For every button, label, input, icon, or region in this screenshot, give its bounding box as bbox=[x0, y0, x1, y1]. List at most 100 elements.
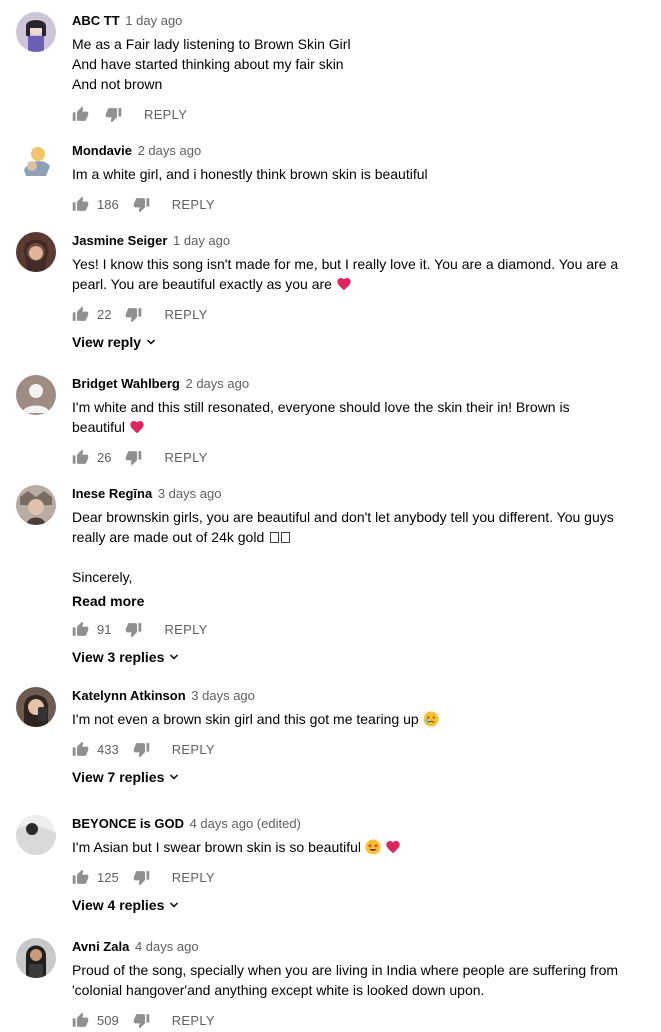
comment-line: Proud of the song, specially when you ar… bbox=[72, 962, 619, 978]
comment-text: I'm Asian but I swear brown skin is so b… bbox=[72, 837, 621, 857]
comment-line: Yes! I know this song isn't made for me,… bbox=[72, 256, 619, 272]
comment-time[interactable]: 3 days ago bbox=[191, 688, 255, 703]
heart-icon bbox=[129, 419, 145, 435]
like-icon[interactable] bbox=[72, 1012, 89, 1029]
comment-line: Me as a Fair lady listening to Brown Ski… bbox=[72, 36, 351, 52]
comment-time[interactable]: 2 days ago bbox=[138, 143, 202, 158]
like-count: 433 bbox=[97, 741, 119, 757]
comment-time[interactable]: 1 day ago bbox=[173, 233, 230, 248]
like-icon[interactable] bbox=[72, 196, 89, 213]
reply-button[interactable]: REPLY bbox=[172, 870, 215, 885]
comment-time[interactable]: 4 days ago bbox=[135, 939, 199, 954]
reply-button[interactable]: REPLY bbox=[172, 742, 215, 757]
comment-actions: 509 REPLY bbox=[72, 1008, 621, 1032]
comment-author[interactable]: Bridget Wahlberg bbox=[72, 376, 180, 391]
reply-button[interactable]: REPLY bbox=[172, 1013, 215, 1028]
dislike-icon[interactable] bbox=[125, 306, 142, 323]
dislike-icon[interactable] bbox=[133, 1012, 150, 1029]
like-count: 125 bbox=[97, 869, 119, 885]
comment-line: I'm Asian but I swear brown skin is so b… bbox=[72, 839, 362, 855]
avatar[interactable] bbox=[16, 815, 56, 855]
comment-text: I'm not even a brown skin girl and this … bbox=[72, 709, 621, 729]
avatar[interactable] bbox=[16, 232, 56, 272]
comment-author[interactable]: Inese Regīna bbox=[72, 486, 152, 501]
view-replies-button[interactable]: View 7 replies bbox=[72, 769, 180, 785]
comment-actions: 433 REPLY bbox=[72, 737, 621, 761]
like-count: 91 bbox=[97, 621, 112, 637]
chevron-down-icon bbox=[168, 771, 180, 783]
chevron-down-icon bbox=[145, 336, 157, 348]
view-replies-button[interactable]: View 4 replies bbox=[72, 897, 180, 913]
like-count: 26 bbox=[97, 449, 112, 465]
comment-line: Im a white girl, and i honestly think br… bbox=[72, 166, 428, 182]
dislike-icon[interactable] bbox=[125, 621, 142, 638]
heart-icon bbox=[336, 276, 352, 292]
star-struck-icon bbox=[365, 839, 381, 855]
comment-author[interactable]: BEYONCE is GOD bbox=[72, 816, 184, 831]
reply-button[interactable]: REPLY bbox=[172, 197, 215, 212]
comment-line: And not brown bbox=[72, 76, 163, 92]
comment-actions: 22 REPLY bbox=[72, 302, 621, 326]
like-icon[interactable] bbox=[72, 106, 89, 123]
like-icon[interactable] bbox=[72, 621, 89, 638]
comment-actions: 26 REPLY bbox=[72, 445, 621, 469]
comment-line: 'colonial hangover'and anything except w… bbox=[72, 982, 485, 998]
dislike-icon[interactable] bbox=[133, 869, 150, 886]
like-icon[interactable] bbox=[72, 449, 89, 466]
comment-time[interactable]: 1 day ago bbox=[125, 13, 182, 28]
dislike-icon[interactable] bbox=[133, 196, 150, 213]
comment-author[interactable]: Katelynn Atkinson bbox=[72, 688, 186, 703]
comment-text: Dear brownskin girls, you are beautiful … bbox=[72, 507, 621, 587]
comment-line: And have started thinking about my fair … bbox=[72, 56, 344, 72]
comment-author[interactable]: ABC TT bbox=[72, 13, 120, 28]
avatar[interactable] bbox=[16, 12, 56, 52]
comment-line: beautiful bbox=[72, 419, 125, 435]
like-count: 22 bbox=[97, 306, 112, 322]
comment-author[interactable]: Avni Zala bbox=[72, 939, 129, 954]
comment-actions: 125 REPLY bbox=[72, 865, 621, 889]
like-icon[interactable] bbox=[72, 741, 89, 758]
reply-button[interactable]: REPLY bbox=[144, 107, 187, 122]
comment-text: Proud of the song, specially when you ar… bbox=[72, 960, 621, 1000]
comment-author[interactable]: Jasmine Seiger bbox=[72, 233, 167, 248]
avatar[interactable] bbox=[16, 375, 56, 415]
comment-actions: REPLY bbox=[72, 102, 621, 126]
dislike-icon[interactable] bbox=[105, 106, 122, 123]
dislike-icon[interactable] bbox=[133, 741, 150, 758]
comment-line: I'm not even a brown skin girl and this … bbox=[72, 711, 419, 727]
chevron-down-icon bbox=[168, 899, 180, 911]
comment-actions: 186 REPLY bbox=[72, 192, 621, 216]
view-replies-label: View 4 replies bbox=[72, 897, 165, 913]
comment-line: Dear brownskin girls, you are beautiful … bbox=[72, 509, 614, 525]
reply-button[interactable]: REPLY bbox=[164, 450, 207, 465]
comment-time[interactable]: 2 days ago bbox=[185, 376, 249, 391]
comment-time[interactable]: 3 days ago bbox=[158, 486, 222, 501]
comment-line: Sincerely, bbox=[72, 569, 133, 585]
comment-text: Im a white girl, and i honestly think br… bbox=[72, 164, 621, 184]
avatar[interactable] bbox=[16, 687, 56, 727]
comment-line: I'm white and this still resonated, ever… bbox=[72, 399, 570, 415]
comment-time[interactable]: 4 days ago (edited) bbox=[190, 816, 301, 831]
read-more-button[interactable]: Read more bbox=[72, 593, 621, 609]
like-icon[interactable] bbox=[72, 306, 89, 323]
dislike-icon[interactable] bbox=[125, 449, 142, 466]
reply-button[interactable]: REPLY bbox=[164, 307, 207, 322]
comment-text: Yes! I know this song isn't made for me,… bbox=[72, 254, 621, 294]
like-count: 509 bbox=[97, 1012, 119, 1028]
view-replies-label: View 7 replies bbox=[72, 769, 165, 785]
comment-text: I'm white and this still resonated, ever… bbox=[72, 397, 621, 437]
reply-button[interactable]: REPLY bbox=[164, 622, 207, 637]
comment-author[interactable]: Mondavie bbox=[72, 143, 132, 158]
comment-actions: 91 REPLY bbox=[72, 617, 621, 641]
like-icon[interactable] bbox=[72, 869, 89, 886]
view-replies-button[interactable]: View reply bbox=[72, 334, 157, 350]
view-replies-button[interactable]: View 3 replies bbox=[72, 649, 180, 665]
view-replies-label: View reply bbox=[72, 334, 142, 350]
comment-line: really are made out of 24k gold bbox=[72, 529, 265, 545]
avatar[interactable] bbox=[16, 142, 56, 182]
like-count: 186 bbox=[97, 196, 119, 212]
heart-icon bbox=[385, 839, 401, 855]
comment-line bbox=[72, 547, 621, 567]
avatar[interactable] bbox=[16, 485, 56, 525]
avatar[interactable] bbox=[16, 938, 56, 978]
